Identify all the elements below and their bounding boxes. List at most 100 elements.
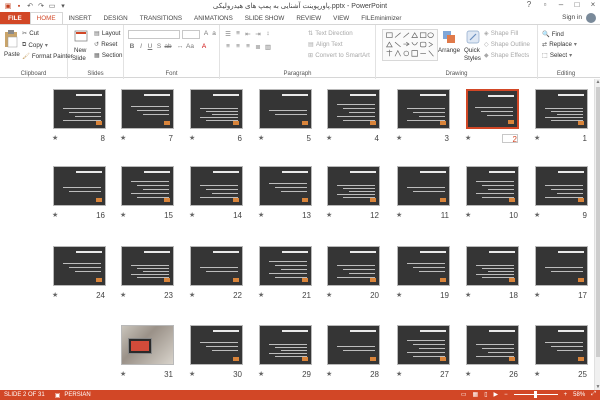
zoom-slider-thumb[interactable] <box>533 391 537 398</box>
bold-icon[interactable]: B <box>128 43 136 51</box>
new-slide-label-2[interactable]: Slide <box>72 55 86 62</box>
new-slide-label-1[interactable]: New <box>74 47 86 54</box>
paste-button[interactable]: Paste <box>4 51 20 58</box>
find-button[interactable]: 🔍 Find <box>542 30 564 39</box>
reset-button[interactable]: ↺ Reset <box>94 41 117 48</box>
slide-thumbnail[interactable] <box>121 89 174 129</box>
slide-thumbnail[interactable] <box>121 166 174 206</box>
transition-star-icon[interactable]: ★ <box>465 291 471 299</box>
slide-thumbnail[interactable] <box>466 89 519 129</box>
customize-qat-icon[interactable]: ▾ <box>59 2 67 10</box>
minimize-icon[interactable]: – <box>556 0 566 9</box>
slide-thumbnail[interactable] <box>121 325 174 365</box>
transition-star-icon[interactable]: ★ <box>120 291 126 299</box>
transition-star-icon[interactable]: ★ <box>326 291 332 299</box>
shape-outline-button[interactable]: ◇ Shape Outline <box>484 41 530 48</box>
slide-thumbnail[interactable] <box>53 89 106 129</box>
slide-thumbnail[interactable] <box>259 325 312 365</box>
maximize-icon[interactable]: □ <box>572 0 582 9</box>
transition-star-icon[interactable]: ★ <box>326 134 332 142</box>
transition-star-icon[interactable]: ★ <box>534 134 540 142</box>
cut-button[interactable]: ✂ Cut <box>22 30 39 37</box>
transition-star-icon[interactable]: ★ <box>326 211 332 219</box>
transition-star-icon[interactable]: ★ <box>189 291 195 299</box>
slide-thumbnail[interactable] <box>327 325 380 365</box>
avatar[interactable] <box>586 13 596 23</box>
slide-thumbnail[interactable] <box>327 166 380 206</box>
tab-animations[interactable]: ANIMATIONS <box>188 12 239 24</box>
arrange-button[interactable]: Arrange <box>438 47 460 54</box>
shrink-font-icon[interactable]: a <box>210 30 218 38</box>
columns-icon[interactable]: ▥ <box>264 43 272 51</box>
tab-insert[interactable]: INSERT <box>63 12 98 24</box>
grow-font-icon[interactable]: A <box>202 30 210 38</box>
transition-star-icon[interactable]: ★ <box>120 211 126 219</box>
tab-review[interactable]: REVIEW <box>290 12 327 24</box>
char-spacing-icon[interactable]: ↔ <box>176 43 184 51</box>
slide-thumbnail[interactable] <box>327 89 380 129</box>
layout-button[interactable]: ▤ Layout <box>94 30 120 37</box>
transition-star-icon[interactable]: ★ <box>120 370 126 378</box>
shape-fill-button[interactable]: ◈ Shape Fill <box>484 30 518 37</box>
transition-star-icon[interactable]: ★ <box>326 370 332 378</box>
slide-thumbnail[interactable] <box>121 246 174 286</box>
font-size-select[interactable] <box>182 30 200 39</box>
section-button[interactable]: ▦ Section <box>94 52 123 59</box>
decrease-indent-icon[interactable]: ⇤ <box>244 30 252 38</box>
transition-star-icon[interactable]: ★ <box>189 211 195 219</box>
justify-icon[interactable]: ≣ <box>254 43 262 51</box>
slide-thumbnail[interactable] <box>535 166 588 206</box>
numbering-icon[interactable]: ≡ <box>234 30 242 38</box>
slideshow-view-icon[interactable]: ▶ <box>494 391 499 398</box>
slide-thumbnail[interactable] <box>53 246 106 286</box>
zoom-slider[interactable] <box>513 391 558 398</box>
transition-star-icon[interactable]: ★ <box>258 370 264 378</box>
slide-thumbnail[interactable] <box>259 89 312 129</box>
slide-thumbnail[interactable] <box>53 166 106 206</box>
select-button[interactable]: ⬚ Select ▾ <box>542 52 572 59</box>
transition-star-icon[interactable]: ★ <box>258 134 264 142</box>
strikethrough-icon[interactable]: ab <box>164 43 172 51</box>
reading-view-icon[interactable]: ▯ <box>484 391 487 398</box>
align-center-icon[interactable]: ≡ <box>234 43 242 51</box>
transition-star-icon[interactable]: ★ <box>534 370 540 378</box>
transition-star-icon[interactable]: ★ <box>465 211 471 219</box>
slide-thumbnail[interactable] <box>397 89 450 129</box>
font-name-select[interactable] <box>128 30 180 39</box>
slide-thumbnail[interactable] <box>535 89 588 129</box>
ribbon-display-icon[interactable]: ▫ <box>540 0 550 9</box>
slide-thumbnail[interactable] <box>397 246 450 286</box>
slide-thumbnail[interactable] <box>397 325 450 365</box>
zoom-in-icon[interactable]: + <box>564 392 568 398</box>
bullets-icon[interactable]: ☰ <box>224 30 232 38</box>
line-spacing-icon[interactable]: ↕ <box>264 30 272 38</box>
scroll-up-icon[interactable]: ▲ <box>595 79 600 85</box>
arrange-icon[interactable] <box>442 30 456 44</box>
start-slideshow-icon[interactable]: ▭ <box>48 2 56 10</box>
transition-star-icon[interactable]: ★ <box>396 211 402 219</box>
slide-thumbnail[interactable] <box>190 325 243 365</box>
align-left-icon[interactable]: ≡ <box>224 43 232 51</box>
quick-styles-icon[interactable] <box>466 30 480 44</box>
transition-star-icon[interactable]: ★ <box>396 291 402 299</box>
tab-design[interactable]: DESIGN <box>98 12 134 24</box>
transition-star-icon[interactable]: ★ <box>258 291 264 299</box>
font-color-icon[interactable]: A <box>200 43 208 51</box>
underline-icon[interactable]: U <box>146 43 154 51</box>
transition-star-icon[interactable]: ★ <box>534 211 540 219</box>
slide-thumbnail[interactable] <box>190 246 243 286</box>
text-direction-button[interactable]: ⇅ Text Direction <box>308 30 353 37</box>
increase-indent-icon[interactable]: ⇥ <box>254 30 262 38</box>
quick-styles-label-1[interactable]: Quick <box>464 47 480 54</box>
italic-icon[interactable]: I <box>137 43 145 51</box>
transition-star-icon[interactable]: ★ <box>396 370 402 378</box>
tab-slide-show[interactable]: SLIDE SHOW <box>239 12 291 24</box>
replace-button[interactable]: ⇄ Replace ▾ <box>542 41 577 48</box>
tab-view[interactable]: VIEW <box>327 12 355 24</box>
align-right-icon[interactable]: ≡ <box>244 43 252 51</box>
slide-thumbnail[interactable] <box>327 246 380 286</box>
zoom-out-icon[interactable]: − <box>504 392 508 398</box>
transition-star-icon[interactable]: ★ <box>258 211 264 219</box>
quick-styles-label-2[interactable]: Styles <box>464 55 481 62</box>
slide-sorter-view-icon[interactable]: ▦ <box>473 391 479 398</box>
